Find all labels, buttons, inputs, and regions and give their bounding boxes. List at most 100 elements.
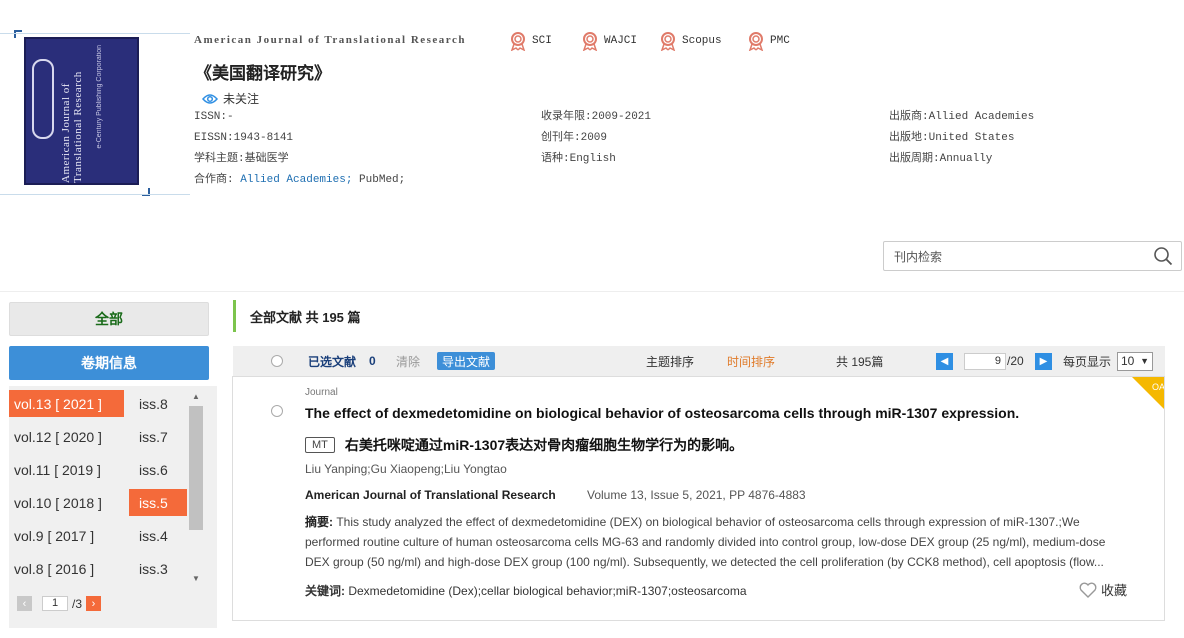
divider xyxy=(0,33,190,34)
sort-by-time[interactable]: 时间排序 xyxy=(727,346,775,376)
list-heading: 全部文献 共 195 篇 xyxy=(233,300,361,332)
scroll-down-icon[interactable]: ▼ xyxy=(192,574,200,583)
heart-icon xyxy=(1079,582,1097,598)
page-input-value: 9 xyxy=(964,352,1006,370)
article-authors[interactable]: Liu Yanping;Gu Xiaopeng;Liu Yongtao xyxy=(305,462,507,476)
partner-label: 合作商: xyxy=(194,174,234,186)
meta-publisher: 出版商:Allied Academies xyxy=(889,111,1035,123)
export-button[interactable]: 导出文献 xyxy=(437,352,496,370)
volume-item[interactable]: vol.9 [ 2017 ] xyxy=(9,522,124,549)
clear-button[interactable]: 清除 xyxy=(396,346,420,376)
volume-item[interactable]: vol.12 [ 2020 ] xyxy=(9,423,124,450)
eye-icon xyxy=(202,93,218,104)
divider xyxy=(0,194,190,195)
article-source[interactable]: American Journal of Translational Resear… xyxy=(305,488,556,502)
badge-scopus[interactable]: Scopus xyxy=(658,31,722,51)
article-abstract: 摘要: This study analyzed the effect of de… xyxy=(305,512,1145,572)
prev-page-button[interactable]: ◀ xyxy=(936,346,953,376)
page-input[interactable]: 9 xyxy=(964,346,1006,376)
cover-title-text: American Journal of Translational Resear… xyxy=(60,71,84,183)
badge-label: SCI xyxy=(532,35,552,47)
award-icon xyxy=(660,32,676,51)
badge-sci[interactable]: SCI xyxy=(508,31,552,51)
follow-label: 未关注 xyxy=(223,92,260,106)
keywords-value[interactable]: Dexmedetomidine (Dex);cellar biological … xyxy=(348,584,746,598)
next-page-button[interactable]: ▶ xyxy=(1035,346,1052,376)
chevron-down-icon: ▼ xyxy=(1140,356,1149,366)
volume-panel: vol.13 [ 2021 ] vol.12 [ 2020 ] vol.11 [… xyxy=(9,386,217,628)
abstract-label: 摘要: xyxy=(305,515,333,529)
volume-item[interactable]: vol.8 [ 2016 ] xyxy=(9,555,124,582)
badge-wajci[interactable]: WAJCI xyxy=(580,31,637,51)
scroll-up-icon[interactable]: ▲ xyxy=(192,392,200,401)
issue-scrollbar[interactable]: ▲ ▼ xyxy=(189,392,203,588)
volume-pager: ‹ 1 /3 › xyxy=(17,596,102,611)
volume-info-button[interactable]: 卷期信息 xyxy=(9,346,209,380)
oa-badge: OA xyxy=(1132,377,1164,409)
sort-by-topic[interactable]: 主题排序 xyxy=(646,346,694,376)
follow-button[interactable]: 未关注 xyxy=(202,90,259,107)
partner-link-allied[interactable]: Allied Academies; xyxy=(240,174,352,186)
prev-page-icon[interactable]: ‹ xyxy=(17,596,32,611)
article-volume-info: Volume 13, Issue 5, 2021, PP 4876-4883 xyxy=(587,488,806,502)
abstract-line: DEX group (50 ng/ml) and high-dose DEX g… xyxy=(305,555,1104,569)
select-all-radio[interactable] xyxy=(271,346,283,376)
meta-founded: 创刊年:2009 xyxy=(541,132,608,144)
next-page-icon[interactable]: › xyxy=(86,596,102,611)
cover-subtitle-text: e-Century Publishing Corporation xyxy=(96,45,103,149)
issue-item[interactable]: iss.5 xyxy=(129,489,187,516)
issue-item[interactable]: iss.8 xyxy=(129,390,187,417)
meta-issn: ISSN:- xyxy=(194,111,234,123)
volume-page-total: /3 xyxy=(72,596,83,611)
article-select-radio[interactable] xyxy=(271,405,283,417)
article-keywords: 关键词: Dexmedetomidine (Dex);cellar biolog… xyxy=(305,582,747,599)
chevron-left-icon: ◀ xyxy=(936,352,953,370)
award-icon xyxy=(510,32,526,51)
selected-count: 0 xyxy=(369,354,376,368)
badge-label: PMC xyxy=(770,35,790,47)
scrollbar-thumb[interactable] xyxy=(189,406,203,530)
article-title-cn[interactable]: 右美托咪啶通过miR-1307表达对骨肉瘤细胞生物学行为的影响。 xyxy=(345,435,743,455)
meta-place: 出版地:United States xyxy=(889,132,1015,144)
cover-logo xyxy=(32,59,54,139)
article-title-en[interactable]: The effect of dexmedetomidine on biologi… xyxy=(305,405,1019,421)
total-count: 共 195篇 xyxy=(836,354,884,369)
volume-item[interactable]: vol.13 [ 2021 ] xyxy=(9,390,124,417)
page-total: /20 xyxy=(1007,354,1024,368)
partner-link-pubmed[interactable]: PubMed; xyxy=(359,174,405,186)
per-page-select[interactable]: 10 ▼ xyxy=(1117,346,1153,376)
journal-name-en: American Journal of Translational Resear… xyxy=(194,34,466,46)
per-page-value: 10 xyxy=(1121,354,1135,368)
article-card: OA Journal The effect of dexmedetomidine… xyxy=(232,376,1165,621)
per-page-label: 每页显示 xyxy=(1063,354,1112,369)
journal-title-cn: 《美国翻译研究》 xyxy=(195,64,331,83)
badge-label: Scopus xyxy=(682,35,722,47)
issue-item[interactable]: iss.7 xyxy=(129,423,187,450)
meta-cycle: 出版周期:Annually xyxy=(889,153,993,165)
machine-translation-tag: MT xyxy=(305,437,335,453)
issue-item[interactable]: iss.6 xyxy=(129,456,187,483)
issue-item[interactable]: iss.3 xyxy=(129,555,187,582)
favorite-label: 收藏 xyxy=(1101,583,1128,598)
all-button[interactable]: 全部 xyxy=(9,302,209,336)
abstract-line: This study analyzed the effect of dexmed… xyxy=(336,515,1080,529)
badge-pmc[interactable]: PMC xyxy=(746,31,790,51)
search-icon[interactable] xyxy=(1153,246,1173,266)
favorite-button[interactable]: 收藏 xyxy=(1079,580,1127,599)
volume-page-input[interactable]: 1 xyxy=(42,596,68,611)
abstract-line: performed routine culture of human osteo… xyxy=(305,535,1106,549)
search-input[interactable]: 刊内检索 xyxy=(883,241,1182,271)
keywords-label: 关键词: xyxy=(305,584,345,598)
award-icon xyxy=(748,32,764,51)
meta-language: 语种:English xyxy=(541,153,616,165)
article-title-cn-row: MT 右美托咪啶通过miR-1307表达对骨肉瘤细胞生物学行为的影响。 xyxy=(305,435,743,455)
search-placeholder: 刊内检索 xyxy=(894,249,943,264)
issue-item[interactable]: iss.4 xyxy=(129,522,187,549)
meta-subject: 学科主题:基础医学 xyxy=(194,153,289,165)
meta-eissn: EISSN:1943-8141 xyxy=(194,132,294,144)
volume-item[interactable]: vol.11 [ 2019 ] xyxy=(9,456,124,483)
article-type: Journal xyxy=(305,387,338,398)
volume-item[interactable]: vol.10 [ 2018 ] xyxy=(9,489,124,516)
journal-cover-image: American Journal of Translational Resear… xyxy=(24,37,139,185)
selected-label: 已选文献 xyxy=(308,354,357,369)
